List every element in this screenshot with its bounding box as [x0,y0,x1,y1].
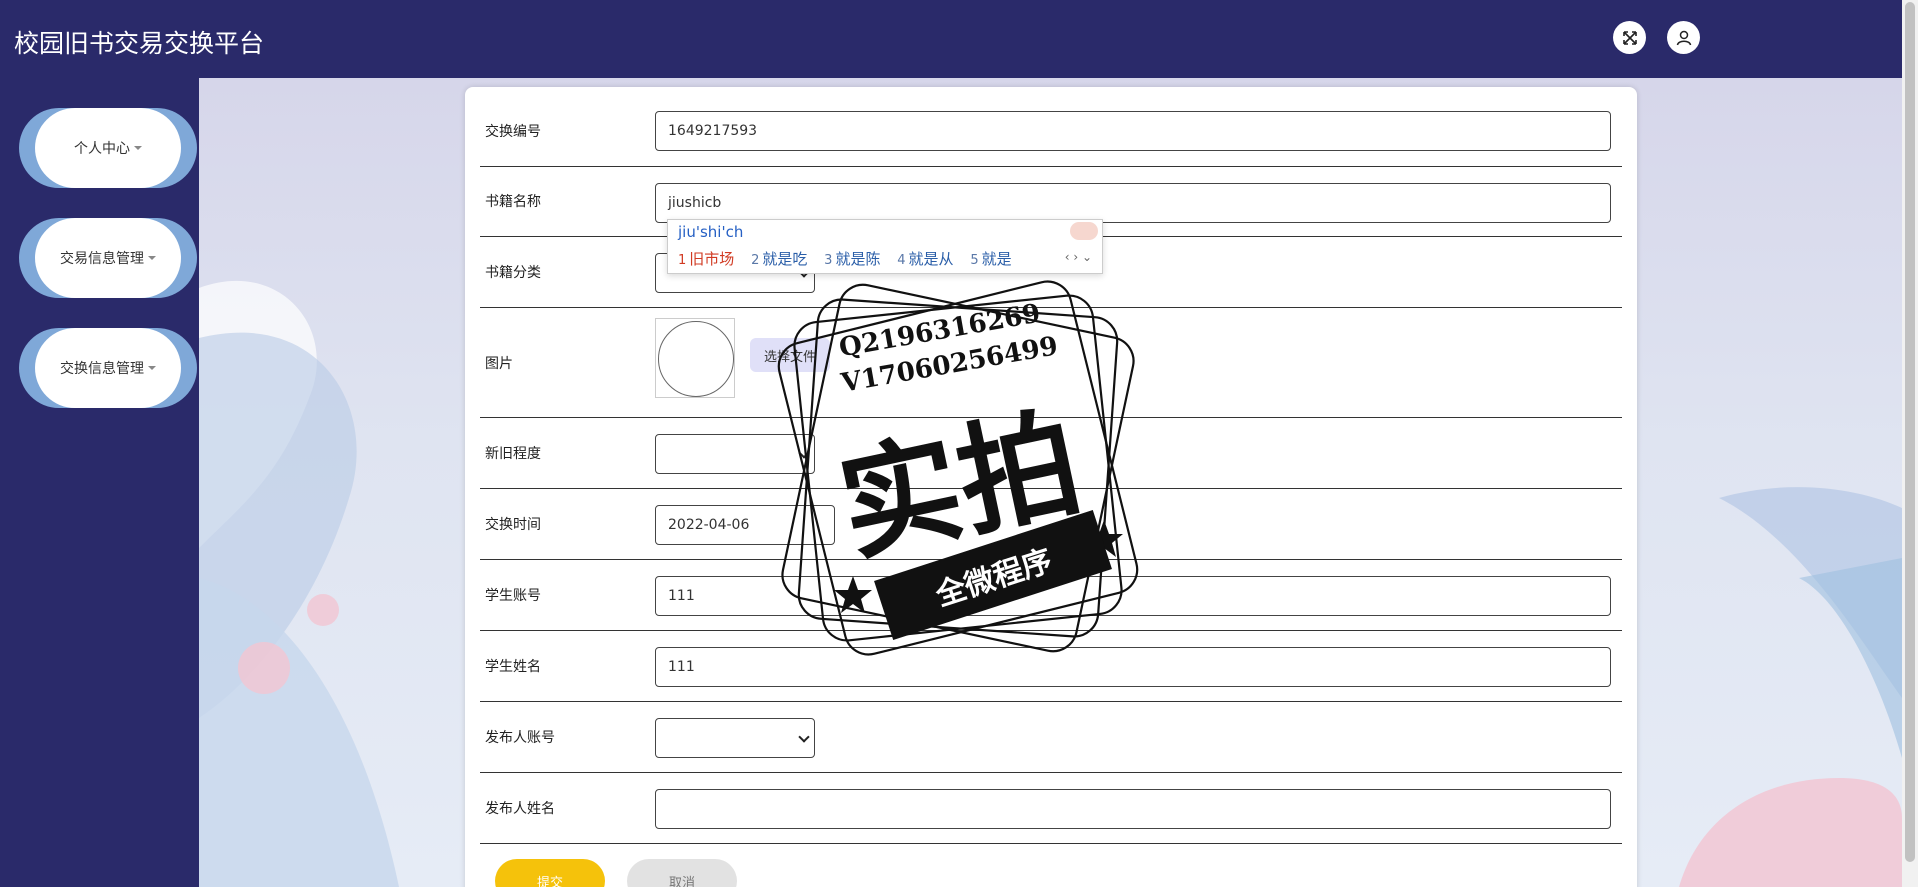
field-label: 发布人姓名 [485,801,555,817]
exchange-no-input[interactable]: 1649217593 [655,111,1611,151]
publisher-name-input[interactable] [655,789,1611,829]
form-row-publisher-account: 发布人账号 [480,702,1622,773]
scrollbar-thumb[interactable] [1905,2,1915,862]
field-label: 交换编号 [485,124,541,140]
sidebar-item-label: 交易信息管理 [60,251,144,267]
ime-candidate[interactable]: 1 旧市场 [678,250,734,268]
sidebar: 个人中心 交易信息管理 交换信息管理 [0,78,199,887]
caret-down-icon [148,366,156,370]
ime-composition: jiu'shi'ch [678,223,744,241]
field-label: 学生姓名 [485,659,541,675]
book-name-input[interactable]: jiushicb [655,183,1611,223]
sidebar-item-personal-center[interactable]: 个人中心 [19,108,197,188]
field-label: 交换时间 [485,517,541,533]
top-header: 校园旧书交易交换平台 [0,0,1902,78]
caret-down-icon [134,146,142,150]
fullscreen-button[interactable] [1613,21,1646,54]
sidebar-item-trade-management[interactable]: 交易信息管理 [19,218,197,298]
chevron-down-icon [798,731,810,743]
user-icon [1676,30,1691,45]
cancel-button[interactable]: 取消 [627,859,737,887]
submit-button[interactable]: 提交 [495,859,605,887]
field-label: 书籍名称 [485,194,541,210]
form-row-publisher-name: 发布人姓名 [480,773,1622,844]
publisher-account-select[interactable] [655,718,815,758]
field-label: 书籍分类 [485,265,541,281]
field-label: 发布人账号 [485,730,555,746]
caret-down-icon [148,256,156,260]
field-label: 新旧程度 [485,446,541,462]
field-label: 学生账号 [485,588,541,604]
image-placeholder [658,321,734,397]
ime-logo-icon [1070,222,1098,240]
image-preview [655,318,735,398]
page-scrollbar[interactable] [1902,0,1918,887]
user-button[interactable] [1667,21,1700,54]
sidebar-item-label: 交换信息管理 [60,361,144,377]
app-title: 校园旧书交易交换平台 [14,29,265,58]
form-row-exchange-no: 交换编号 1649217593 [480,97,1622,167]
sidebar-item-label: 个人中心 [74,141,130,157]
watermark-stamp: Q2196316269 V17060256499 实拍 全微程序 [748,258,1168,678]
field-label: 图片 [485,356,513,372]
fullscreen-icon [1622,30,1637,45]
sidebar-item-exchange-management[interactable]: 交换信息管理 [19,328,197,408]
